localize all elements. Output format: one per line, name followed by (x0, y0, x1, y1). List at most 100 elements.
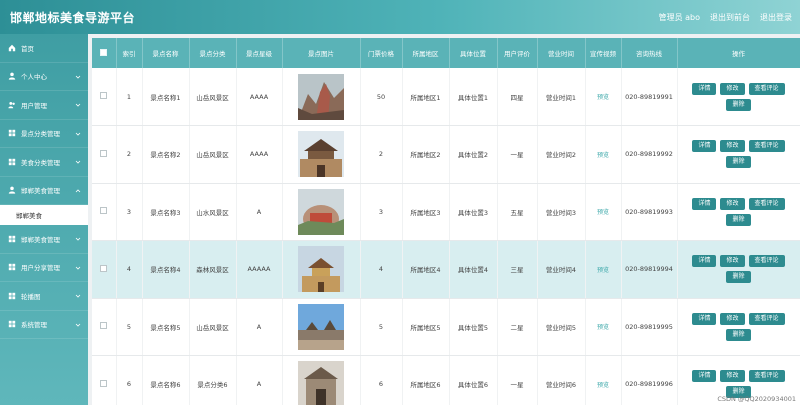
view-comments-button[interactable]: 查看评论 (748, 197, 785, 210)
sidebar-item-label: 用户管理 (21, 101, 47, 110)
view-comments-button[interactable]: 查看评论 (748, 140, 785, 153)
detail-button[interactable]: 详情 (692, 255, 717, 268)
cell-index: 6 (116, 355, 143, 405)
sidebar-item-home[interactable]: 首页 (0, 34, 88, 63)
delete-button[interactable]: 删除 (726, 328, 751, 341)
cell-category: 山岳风景区 (189, 68, 237, 126)
grid-icon (7, 320, 16, 329)
detail-button[interactable]: 详情 (692, 312, 717, 325)
cell-region: 所属地区5 (402, 298, 450, 356)
video-preview-link[interactable]: 预览 (597, 94, 609, 101)
sidebar-item-handan-food-manage[interactable]: 邯郸美食管理 (0, 225, 88, 254)
sidebar-subitem-handan-food[interactable]: 邯郸美食 (0, 205, 88, 225)
delete-button[interactable]: 删除 (726, 98, 751, 111)
row-actions: 详情 修改 查看评论 删除 (678, 197, 800, 226)
header-actions: 管理员 abo 退出到前台 退出登录 (659, 12, 792, 23)
cell-hotline: 020-89819995 (621, 298, 678, 356)
select-all-checkbox[interactable] (100, 48, 108, 56)
sidebar-item-carousel[interactable]: 轮播图 (0, 282, 88, 311)
logout-link[interactable]: 退出登录 (760, 12, 792, 23)
cell-hotline: 020-89819992 (621, 125, 678, 184)
sidebar-item-system[interactable]: 系统管理 (0, 311, 88, 339)
cell-name: 景点名称3 (142, 183, 190, 241)
delete-button[interactable]: 删除 (726, 271, 751, 284)
cell-hotline: 020-89819991 (621, 68, 678, 126)
edit-button[interactable]: 修改 (720, 255, 745, 268)
delete-button[interactable]: 删除 (726, 213, 751, 226)
scenic-table: 索引 景点名称 景点分类 景点星级 景点图片 门票价格 所属地区 具体位置 用户… (92, 38, 800, 405)
table-row: 1 景点名称1 山岳风景区 AAAA 50 所属地区1 具体位置1 四星 营业时… (92, 68, 800, 126)
cell-stars: AAAA (236, 68, 283, 126)
cell-index: 5 (116, 298, 143, 356)
cell-region: 所属地区1 (402, 68, 450, 126)
cell-hotline: 020-89819993 (621, 183, 678, 241)
row-checkbox[interactable] (100, 322, 108, 330)
row-checkbox[interactable] (100, 379, 108, 387)
view-comments-button[interactable]: 查看评论 (748, 82, 785, 95)
cell-category: 森林风景区 (189, 240, 237, 299)
chevron-down-icon (75, 323, 81, 327)
row-checkbox[interactable] (100, 207, 108, 215)
table-row: 6 景点名称6 景点分类6 A 6 所属地区6 具体位置6 一星 营业时间6 预… (92, 355, 800, 405)
video-preview-link[interactable]: 预览 (597, 152, 609, 159)
chevron-down-icon (75, 237, 81, 241)
edit-button[interactable]: 修改 (720, 140, 745, 153)
cell-hours: 营业时间5 (537, 298, 586, 356)
detail-button[interactable]: 详情 (692, 82, 717, 95)
sidebar-item-label: 邯郸美食 (16, 211, 42, 220)
delete-button[interactable]: 删除 (726, 156, 751, 169)
sidebar-item-food-categories[interactable]: 美食分类管理 (0, 148, 88, 177)
cell-rating: 五星 (497, 183, 538, 241)
column-header: 景点图片 (282, 38, 361, 68)
cell-stars: AAAA (236, 125, 283, 184)
row-checkbox[interactable] (100, 149, 108, 157)
sidebar-item-profile[interactable]: 个人中心 (0, 63, 88, 91)
column-header: 索引 (116, 38, 143, 68)
cell-hours: 营业时间3 (537, 183, 586, 241)
cell-rating: 二星 (497, 298, 538, 356)
video-preview-link[interactable]: 预览 (597, 267, 609, 274)
column-header: 门票价格 (360, 38, 403, 68)
view-comments-button[interactable]: 查看评论 (748, 255, 785, 268)
detail-button[interactable]: 详情 (692, 140, 717, 153)
row-checkbox[interactable] (100, 92, 108, 99)
watermark: CSDN @QQ2020934001 (717, 395, 796, 403)
column-header: 景点名称 (142, 38, 190, 68)
cell-stars: A (236, 355, 283, 405)
video-preview-link[interactable]: 预览 (597, 382, 609, 389)
sidebar-item-label: 邯郸美食管理 (21, 235, 60, 244)
cell-region: 所属地区4 (402, 240, 450, 299)
edit-button[interactable]: 修改 (720, 197, 745, 210)
sidebar-item-label: 首页 (21, 44, 34, 53)
cell-index: 1 (116, 68, 143, 126)
sidebar-item-handan-food[interactable]: 邯郸美食管理 (0, 177, 88, 205)
sidebar-item-label: 用户分享管理 (21, 264, 60, 273)
chevron-down-icon (75, 103, 81, 107)
sidebar-item-users[interactable]: 用户管理 (0, 91, 88, 120)
select-all-cell[interactable] (92, 38, 117, 68)
cell-category: 景点分类6 (189, 355, 237, 405)
sidebar-item-user-shares[interactable]: 用户分享管理 (0, 254, 88, 282)
edit-button[interactable]: 修改 (720, 82, 745, 95)
edit-button[interactable]: 修改 (720, 312, 745, 325)
table-row: 3 景点名称3 山水风景区 A 3 所属地区3 具体位置3 五星 营业时间3 预… (92, 183, 800, 241)
sidebar-item-label: 景点分类管理 (21, 130, 60, 139)
chevron-down-icon (75, 75, 81, 79)
view-comments-button[interactable]: 查看评论 (748, 370, 785, 383)
frontend-link[interactable]: 退出到前台 (710, 12, 750, 23)
video-preview-link[interactable]: 预览 (597, 324, 609, 331)
sidebar-item-scenic-categories[interactable]: 景点分类管理 (0, 120, 88, 148)
cell-price: 2 (360, 125, 403, 184)
cell-category: 山水风景区 (189, 183, 237, 241)
edit-button[interactable]: 修改 (720, 370, 745, 383)
detail-button[interactable]: 详情 (692, 370, 717, 383)
detail-button[interactable]: 详情 (692, 197, 717, 210)
scenic-image (298, 361, 344, 405)
cell-stars: A (236, 298, 283, 356)
video-preview-link[interactable]: 预览 (597, 209, 609, 216)
cell-hotline: 020-89819996 (621, 355, 678, 405)
row-checkbox[interactable] (100, 264, 108, 272)
view-comments-button[interactable]: 查看评论 (748, 312, 785, 325)
cell-hours: 营业时间1 (537, 68, 586, 126)
column-header: 具体位置 (449, 38, 498, 68)
